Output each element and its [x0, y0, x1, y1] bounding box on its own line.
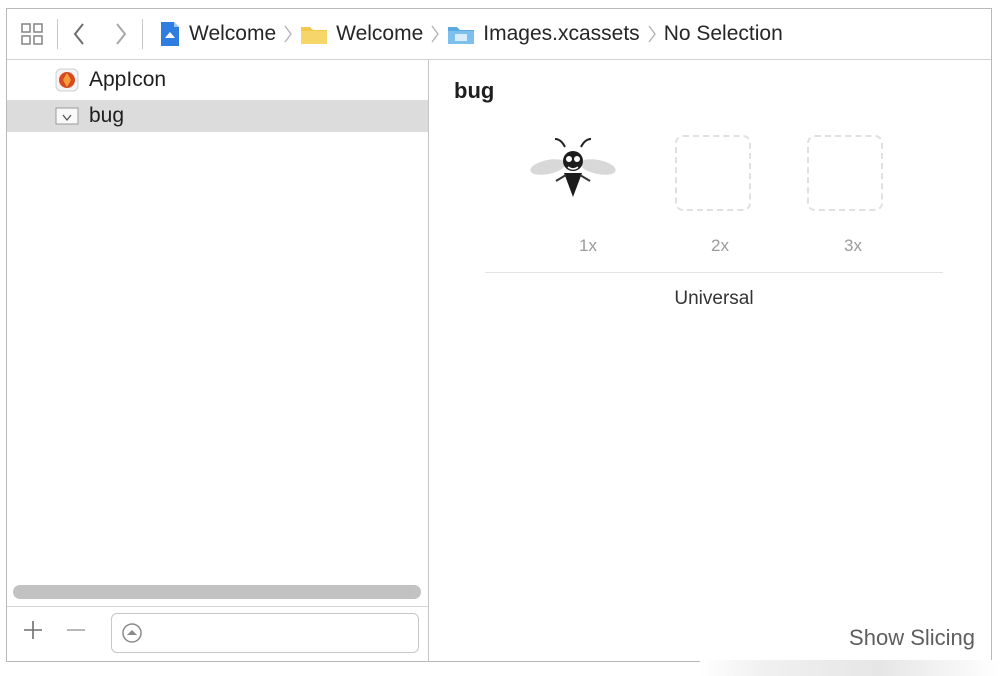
- project-file-icon: [161, 22, 179, 46]
- breadcrumb-label: No Selection: [663, 22, 783, 45]
- scale-label-1x: 1x: [579, 236, 597, 255]
- filter-field[interactable]: [111, 613, 419, 653]
- breadcrumb-label: Welcome: [336, 22, 424, 45]
- image-set-icon: [55, 107, 79, 125]
- scale-label-3x: 3x: [844, 236, 862, 255]
- breadcrumb-item-selection[interactable]: No Selection: [664, 9, 783, 59]
- image-well-1x[interactable]: [530, 135, 616, 211]
- breadcrumb-label: Images.xcassets: [483, 22, 640, 45]
- add-asset-button[interactable]: [22, 617, 44, 647]
- chevron-left-icon: [73, 23, 84, 45]
- minus-icon: [67, 629, 85, 631]
- chevron-right-icon: [431, 25, 440, 43]
- asset-name: bug: [89, 104, 125, 127]
- xcode-window: Welcome Welcome Images.xcassets No Selec…: [6, 8, 992, 662]
- image-well-2x[interactable]: [675, 135, 751, 211]
- asset-title: bug: [454, 78, 495, 103]
- app-icon-set-icon: [55, 68, 79, 92]
- show-slicing-button[interactable]: Show Slicing: [849, 625, 975, 651]
- chevron-right-icon: [284, 25, 292, 43]
- idiom-divider: [485, 272, 943, 273]
- related-items-button[interactable]: [7, 9, 57, 59]
- jump-bar: Welcome Welcome Images.xcassets No Selec…: [7, 9, 991, 60]
- asset-catalog-folder-icon: [448, 27, 475, 44]
- asset-list-pane: AppIcon bug: [7, 60, 429, 661]
- bug-image: [530, 138, 616, 197]
- grid-icon: [21, 23, 43, 45]
- asset-detail-pane: bug 1x 2x 3x Universal Show Slicing: [429, 60, 991, 661]
- breadcrumb-item-asset-catalog[interactable]: Images.xcassets: [447, 9, 640, 59]
- asset-row-appicon[interactable]: AppIcon: [7, 64, 428, 96]
- filter-icon: [122, 623, 142, 643]
- chevron-right-icon: [116, 23, 127, 45]
- asset-list-footer: [7, 606, 428, 661]
- asset-row-bug[interactable]: bug: [7, 100, 428, 132]
- breadcrumb-item-group[interactable]: Welcome: [300, 9, 423, 59]
- toolbar-divider: [142, 19, 143, 49]
- chevron-right-icon: [648, 25, 656, 43]
- forward-button[interactable]: [100, 9, 142, 59]
- remove-asset-button[interactable]: [65, 617, 87, 647]
- filter-input[interactable]: [150, 617, 418, 649]
- idiom-label: Universal: [674, 288, 754, 309]
- breadcrumb-label: Welcome: [189, 22, 277, 45]
- scale-label-2x: 2x: [711, 236, 729, 255]
- horizontal-scrollbar[interactable]: [13, 585, 421, 599]
- bottom-edge-shadow: [700, 660, 1000, 676]
- image-well-3x[interactable]: [807, 135, 883, 211]
- folder-icon: [301, 27, 328, 44]
- back-button[interactable]: [58, 9, 100, 59]
- asset-name: AppIcon: [89, 68, 167, 91]
- plus-icon: [24, 621, 42, 639]
- breadcrumb-item-project[interactable]: Welcome: [159, 9, 276, 59]
